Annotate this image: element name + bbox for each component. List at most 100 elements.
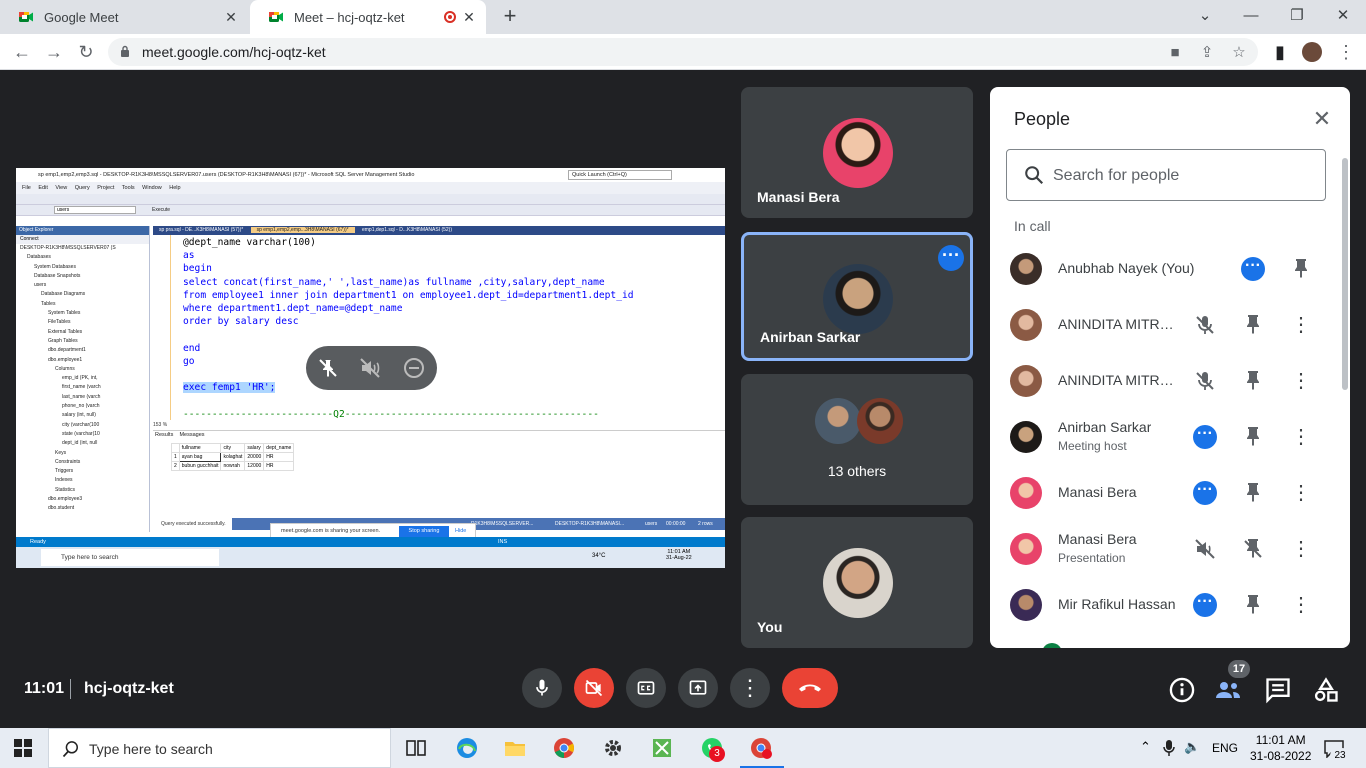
menu-icon[interactable]: ⋮ [1334,40,1358,64]
camera-icon[interactable]: ■ [1166,44,1184,62]
pin-icon[interactable] [1289,257,1313,281]
chat-icon[interactable] [1264,676,1292,704]
settings-icon[interactable] [601,736,625,760]
microphone-icon[interactable] [1162,739,1176,757]
participant-name: Anubhab Nayek (You) [1058,260,1195,276]
kebab-menu-icon[interactable]: ⋮ [1289,481,1313,505]
taskbar-clock[interactable]: 11:01 AM 31-08-2022 [1250,732,1311,764]
reload-icon[interactable]: ↻ [74,40,98,64]
star-icon[interactable]: ☆ [1230,44,1248,62]
tab-google-meet[interactable]: Google Meet ✕ [0,0,248,34]
pin-icon[interactable] [1241,481,1265,505]
avatar [1010,421,1042,453]
pin-icon[interactable] [1241,593,1265,617]
pin-icon[interactable] [1241,313,1265,337]
presenter-date: 31-Aug-22 [666,555,692,561]
participant-tile-active[interactable]: ··· Anirban Sarkar [741,232,973,361]
more-options-icon[interactable]: ··· [1193,593,1217,617]
leave-call-button[interactable] [782,668,838,708]
captions-icon [637,681,655,695]
taskbar-search[interactable]: Type here to search [48,728,391,768]
forward-icon[interactable]: → [42,40,66,64]
unpin-icon[interactable] [1241,537,1265,561]
more-options-icon[interactable]: ··· [938,245,964,271]
browser-tab-strip: Google Meet ✕ Meet – hcj-oqtz-ket ✕ + ⌄ … [0,0,1366,34]
panel-scrollbar[interactable] [1342,158,1348,390]
windows-start-icon[interactable] [14,739,32,757]
tree-node: Tables [41,300,56,307]
list-item[interactable]: Manasi Bera ··· ⋮ [990,465,1350,521]
side-panel-icon[interactable]: ▮ [1268,40,1292,64]
microphone-button[interactable] [522,668,562,708]
close-window-button[interactable]: ✕ [1328,4,1358,28]
kebab-menu-icon[interactable]: ⋮ [1289,425,1313,449]
results-tabs: Results Messages [155,432,205,438]
profile-avatar[interactable] [1302,42,1322,62]
search-input[interactable] [1053,164,1313,188]
close-panel-button[interactable]: ✕ [1310,107,1334,131]
address-bar[interactable]: meet.google.com/hcj-oqtz-ket ■ ⇪ ☆ [108,38,1258,66]
self-tile[interactable]: You [741,517,973,648]
more-options-icon[interactable]: ··· [1193,425,1217,449]
code-line: from employee1 inner join department1 on… [183,289,634,301]
minimize-button[interactable]: — [1236,4,1266,28]
unpin-icon[interactable] [316,356,340,380]
back-icon[interactable]: ← [10,40,34,64]
new-tab-button[interactable]: + [498,4,522,28]
mute-audio-icon[interactable] [358,356,382,380]
list-item[interactable]: ANINDITA MITRA ... ⋮ [990,297,1350,353]
close-icon[interactable]: ✕ [222,8,240,26]
people-search[interactable] [1006,149,1326,201]
tab-meet-call[interactable]: Meet – hcj-oqtz-ket ✕ [250,0,486,34]
avatar [1010,365,1042,397]
pin-icon[interactable] [1241,369,1265,393]
close-icon[interactable]: ✕ [460,8,478,26]
list-item[interactable]: Anirban Sarkar Meeting host ··· ⋮ [990,409,1350,465]
chrome-meet-icon[interactable] [749,736,773,760]
file-explorer-icon[interactable] [503,736,527,760]
share-icon[interactable]: ⇪ [1198,44,1216,62]
camera-off-icon [585,679,603,697]
tree-node: FileTables [48,319,71,326]
results-tab: Results [155,432,174,438]
info-icon[interactable] [1168,676,1196,704]
language-indicator[interactable]: ENG [1212,741,1238,755]
edge-icon[interactable] [455,736,479,760]
kebab-menu-icon[interactable]: ⋮ [1289,537,1313,561]
restore-button[interactable]: ❐ [1282,4,1312,28]
avatar [857,398,903,444]
messages-tab: Messages [179,432,205,438]
people-icon[interactable] [1214,676,1242,704]
camera-button[interactable] [574,668,614,708]
avatar [1010,309,1042,341]
list-item[interactable]: Manasi Bera Presentation ⋮ [990,521,1350,577]
participant-tile[interactable]: Manasi Bera [741,87,973,218]
list-item[interactable]: Mir Rafikul Hassan ··· ⋮ [990,577,1350,633]
others-tile[interactable]: 13 others [741,374,973,505]
kebab-menu-icon[interactable]: ⋮ [1289,313,1313,337]
tab-search-icon[interactable]: ⌄ [1190,4,1220,28]
pin-icon[interactable] [1241,425,1265,449]
present-button[interactable] [678,668,718,708]
list-item[interactable]: Anubhab Nayek (You) ··· [990,241,1350,297]
ssms-ready-bar: Ready INS [16,537,725,547]
captions-button[interactable] [626,668,666,708]
ssms-title-bar: sp emp1,emp2,emp3.sql - DESKTOP-R1K3H8\M… [16,168,725,182]
avatar [1010,253,1042,285]
tree-node: users [34,282,47,289]
chrome-icon[interactable] [552,736,576,760]
more-options-icon[interactable]: ··· [1241,257,1265,281]
remove-icon[interactable] [402,356,426,380]
more-options-icon[interactable]: ··· [1193,481,1217,505]
chevron-up-icon[interactable]: ⌃ [1140,739,1151,755]
tree-node: dbo.student [48,505,75,512]
snipping-tool-icon[interactable] [650,736,674,760]
volume-icon[interactable]: 🔈 [1184,739,1200,755]
task-view-icon[interactable] [404,736,428,760]
list-item[interactable]: ANINDITA MITRA ... ⋮ [990,353,1350,409]
kebab-menu-icon[interactable]: ⋮ [1289,593,1313,617]
kebab-menu-icon[interactable]: ⋮ [1289,369,1313,393]
activities-icon[interactable] [1312,676,1340,704]
tree-node: city (varchar(100 [62,421,100,428]
more-options-button[interactable]: ⋮ [730,668,770,708]
